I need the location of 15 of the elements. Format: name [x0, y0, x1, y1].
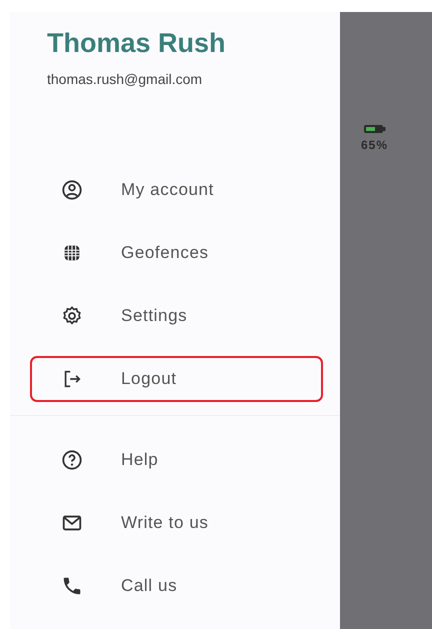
menu-item[interactable]: Geofences [30, 230, 323, 276]
menu-item[interactable]: My account [30, 167, 323, 213]
menu-item[interactable]: Call us [30, 563, 323, 609]
menu-item[interactable]: Write to us [30, 500, 323, 546]
phone-icon [61, 575, 83, 597]
user-name: Thomas Rush [47, 28, 227, 59]
menu-item[interactable]: Help [30, 437, 323, 483]
menu-item[interactable]: Logout [30, 356, 323, 402]
menu-item[interactable]: Settings [30, 293, 323, 339]
battery-icon [362, 124, 387, 134]
account-icon [61, 179, 83, 201]
settings-icon [61, 305, 83, 327]
battery-percentage: 65% [361, 138, 388, 152]
user-email: thomas.rush@gmail.com [47, 71, 204, 87]
help-icon [61, 449, 83, 471]
